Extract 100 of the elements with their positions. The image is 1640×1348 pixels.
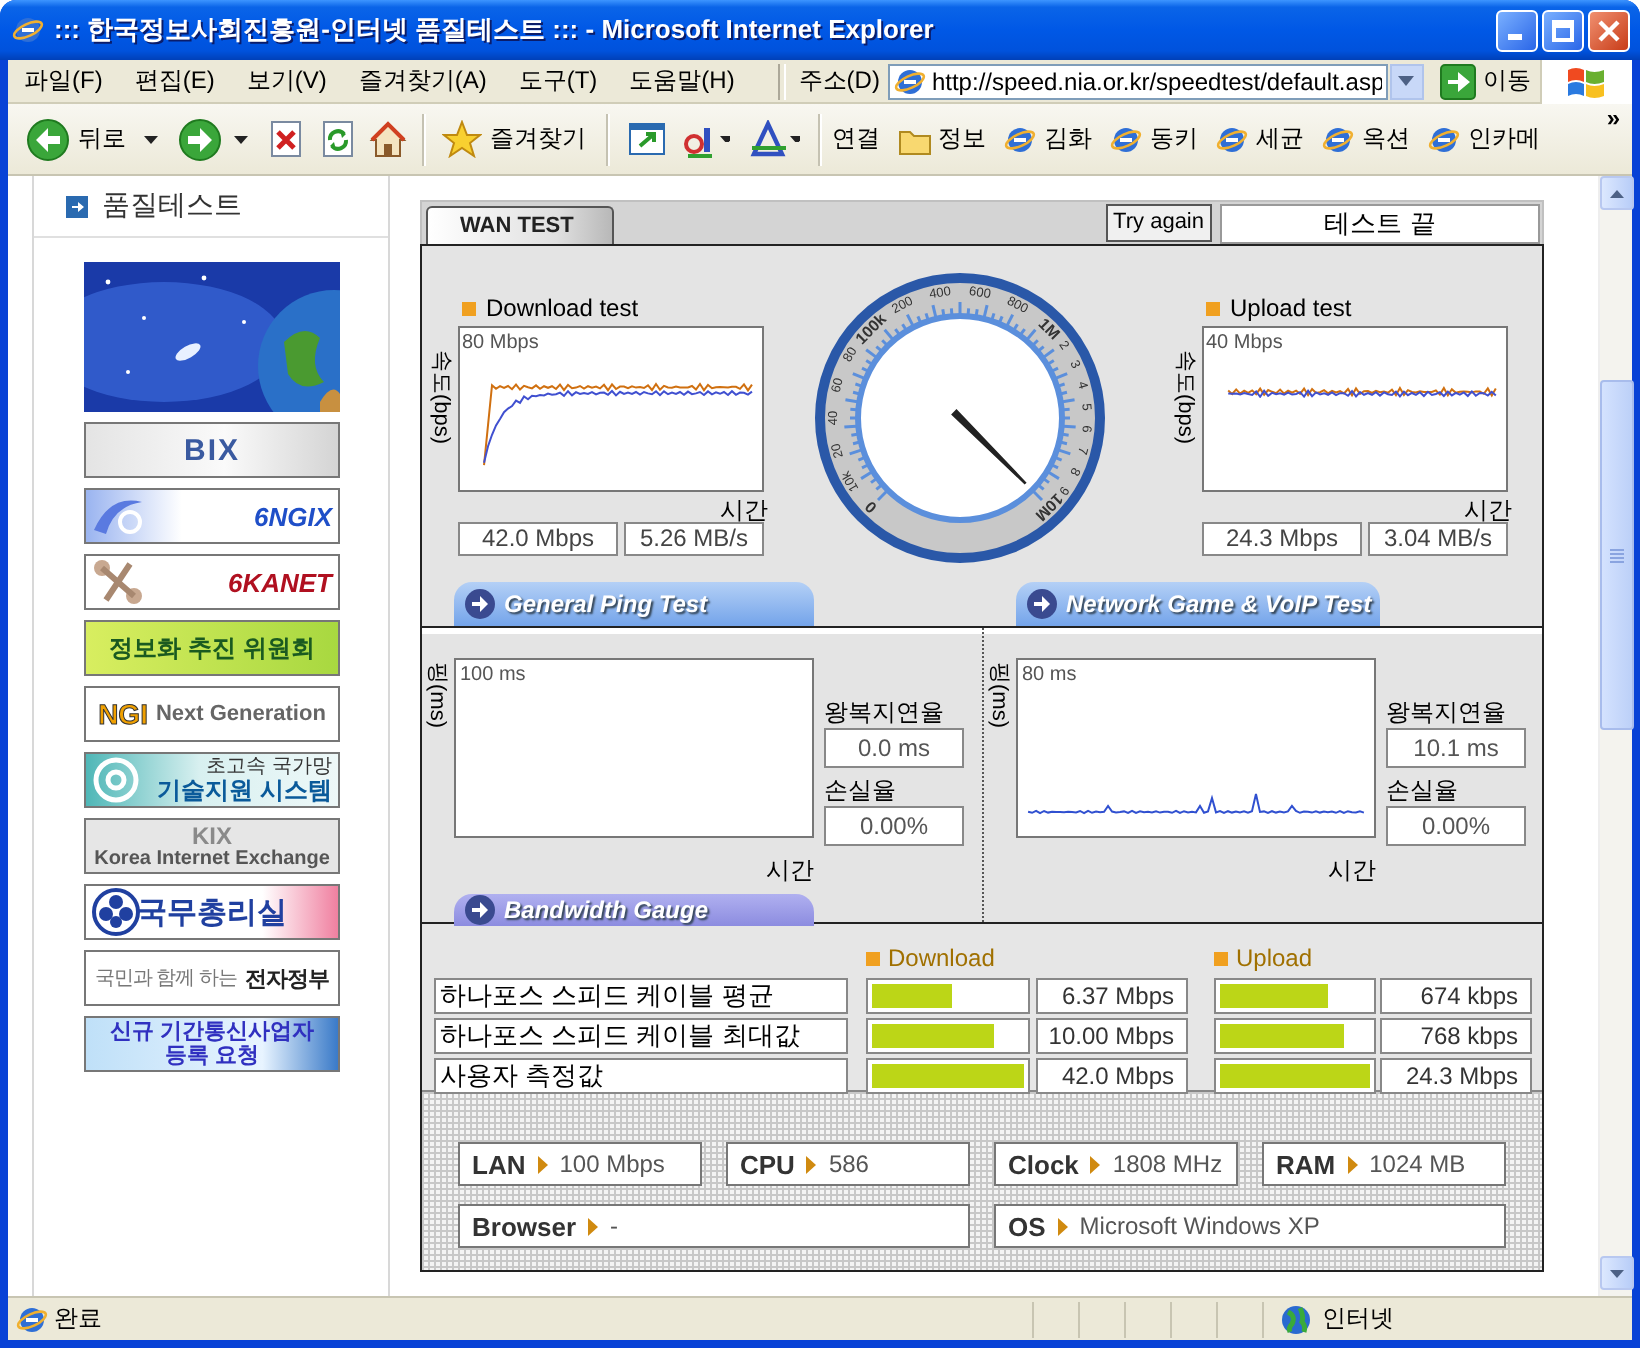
axis-label: 시간 bbox=[1464, 496, 1512, 524]
field-label: 왕복지연율 bbox=[824, 696, 946, 728]
spec-value: - bbox=[610, 1212, 619, 1240]
link-button[interactable]: 동키 bbox=[1110, 122, 1198, 156]
web-page-icon[interactable] bbox=[1110, 123, 1144, 155]
banner-text: 정보화 추진 위원회 bbox=[109, 631, 315, 665]
banner-text: 초고속 국가망 bbox=[206, 756, 332, 778]
banner-link[interactable]: 6KANET bbox=[84, 554, 340, 610]
menu-item[interactable]: 즐겨찾기(A) bbox=[342, 64, 503, 98]
back-button[interactable]: 뒤로 bbox=[20, 113, 132, 165]
field-label: 손실율 bbox=[824, 774, 898, 806]
scale-label: 80 Mbps bbox=[462, 332, 539, 354]
banner-text: BIX bbox=[183, 433, 240, 467]
address-label: 주소(D) bbox=[798, 64, 880, 98]
link-button[interactable]: 옥션 bbox=[1322, 122, 1410, 156]
banner-link[interactable]: 정보화 추진 위원회 bbox=[84, 620, 340, 676]
menu-item[interactable]: 도움말(H) bbox=[613, 64, 751, 98]
close-button[interactable] bbox=[1588, 9, 1630, 51]
favorites-button[interactable]: 즐겨찾기 bbox=[436, 116, 592, 162]
bullet-icon bbox=[1214, 951, 1228, 965]
menu-item[interactable]: 파일(F) bbox=[8, 64, 119, 98]
triangle-icon bbox=[1057, 1217, 1068, 1235]
minimize-icon[interactable] bbox=[1507, 34, 1521, 40]
chart-title: Upload test bbox=[1230, 294, 1352, 322]
menu-item[interactable]: 보기(V) bbox=[230, 64, 343, 98]
loss-reading: 0.00% bbox=[1386, 806, 1526, 846]
scale-label: 80 ms bbox=[1022, 664, 1077, 686]
dropdown-button[interactable] bbox=[1389, 63, 1424, 99]
highlight-icon[interactable] bbox=[750, 120, 788, 158]
speed-reading: 42.0 Mbps bbox=[458, 522, 618, 556]
caret-icon[interactable] bbox=[144, 135, 158, 143]
scroll-thumb[interactable] bbox=[1600, 380, 1634, 730]
spec-label: Browser bbox=[472, 1211, 577, 1241]
web-page-icon[interactable] bbox=[1216, 123, 1250, 155]
banner-text: 6NGIX bbox=[253, 501, 332, 531]
speed-reading: 24.3 Mbps bbox=[1202, 522, 1362, 556]
stop-icon[interactable] bbox=[268, 120, 304, 158]
home-icon[interactable] bbox=[368, 119, 408, 159]
column-header: Download bbox=[888, 944, 995, 972]
banner-text: NGI bbox=[98, 698, 148, 730]
banner-text: KIX bbox=[191, 823, 232, 847]
axis-label: 속도(bps) bbox=[426, 350, 454, 445]
spec-value: 1808 MHz bbox=[1112, 1150, 1223, 1178]
star-icon[interactable] bbox=[442, 120, 482, 158]
speed-value: 42.0 Mbps bbox=[1036, 1058, 1188, 1094]
link-button[interactable]: 세균 bbox=[1216, 122, 1304, 156]
link-button[interactable]: 김화 bbox=[1004, 122, 1092, 156]
spec-label: Clock bbox=[1008, 1149, 1079, 1179]
scroll-up-button[interactable] bbox=[1600, 176, 1634, 210]
row-label: 하나포스 스피드 케이블 평균 bbox=[434, 978, 848, 1014]
banner-link[interactable]: 초고속 국가망 기술지원 시스템 bbox=[84, 752, 340, 808]
menu-item[interactable]: 편집(E) bbox=[118, 64, 231, 98]
caret-icon[interactable] bbox=[790, 136, 800, 142]
maximize-button[interactable] bbox=[1542, 9, 1584, 51]
chevron-button[interactable]: » bbox=[1606, 104, 1620, 132]
axis-label: 시간 bbox=[720, 496, 768, 524]
triangle-icon bbox=[588, 1217, 599, 1235]
banner-link[interactable]: 6NGIX bbox=[84, 488, 340, 544]
banner-link[interactable]: 신규 기간통신사업자 등록 요청 bbox=[84, 1016, 340, 1072]
gauge-label: 1M bbox=[1034, 314, 1064, 344]
scroll-down-button[interactable] bbox=[1600, 1256, 1634, 1290]
caret-down-icon[interactable] bbox=[1610, 1269, 1624, 1277]
bullet-icon bbox=[462, 301, 476, 315]
caret-icon[interactable] bbox=[720, 136, 730, 142]
speed-value: 24.3 Mbps bbox=[1380, 1058, 1532, 1094]
banner-text: 등록 요청 bbox=[164, 1044, 260, 1068]
caret-up-icon[interactable] bbox=[1610, 189, 1624, 197]
triangle-icon bbox=[1090, 1155, 1101, 1173]
field-label: 왕복지연율 bbox=[1386, 696, 1508, 728]
banner-link[interactable]: 국무총리실 bbox=[84, 884, 340, 940]
banner-link[interactable]: 국민과 함께 하는 전자정부 bbox=[84, 950, 340, 1006]
banner-link[interactable]: KIX Korea Internet Exchange bbox=[84, 818, 340, 874]
link-button[interactable]: 정보 bbox=[898, 122, 986, 156]
spec-value: 586 bbox=[828, 1150, 869, 1178]
web-page-icon[interactable] bbox=[1004, 123, 1038, 155]
maximize-icon[interactable] bbox=[1552, 19, 1574, 41]
page-icon bbox=[16, 1303, 48, 1335]
row-label: 사용자 측정값 bbox=[434, 1058, 848, 1094]
spec-label: RAM bbox=[1276, 1149, 1336, 1179]
banner-text: Next Generation bbox=[155, 702, 326, 726]
minimize-button[interactable] bbox=[1496, 9, 1538, 51]
spec-value: 100 Mbps bbox=[559, 1150, 665, 1178]
banner-link[interactable]: NGI Next Generation bbox=[84, 686, 340, 742]
banner-link[interactable]: BIX bbox=[84, 422, 340, 478]
close-icon[interactable] bbox=[1598, 19, 1620, 41]
web-page-icon[interactable] bbox=[1322, 123, 1356, 155]
caret-icon[interactable] bbox=[234, 135, 248, 143]
refresh-icon[interactable] bbox=[320, 120, 356, 158]
try-again-button[interactable]: Try again bbox=[1105, 203, 1212, 241]
forward-icon[interactable] bbox=[178, 117, 222, 161]
back-icon[interactable] bbox=[26, 117, 70, 161]
bullet-icon bbox=[1206, 301, 1220, 315]
link-button[interactable]: 인카메 bbox=[1428, 122, 1540, 156]
tab[interactable]: WAN TEST bbox=[426, 206, 614, 244]
axis-label: 핑(ms) bbox=[423, 662, 451, 728]
go-button[interactable]: 이동 bbox=[1431, 63, 1540, 99]
windows-flag-icon bbox=[1566, 63, 1607, 99]
gauge-needle bbox=[951, 409, 1027, 485]
menu-item[interactable]: 도구(T) bbox=[502, 64, 614, 98]
web-page-icon[interactable] bbox=[1428, 123, 1462, 155]
